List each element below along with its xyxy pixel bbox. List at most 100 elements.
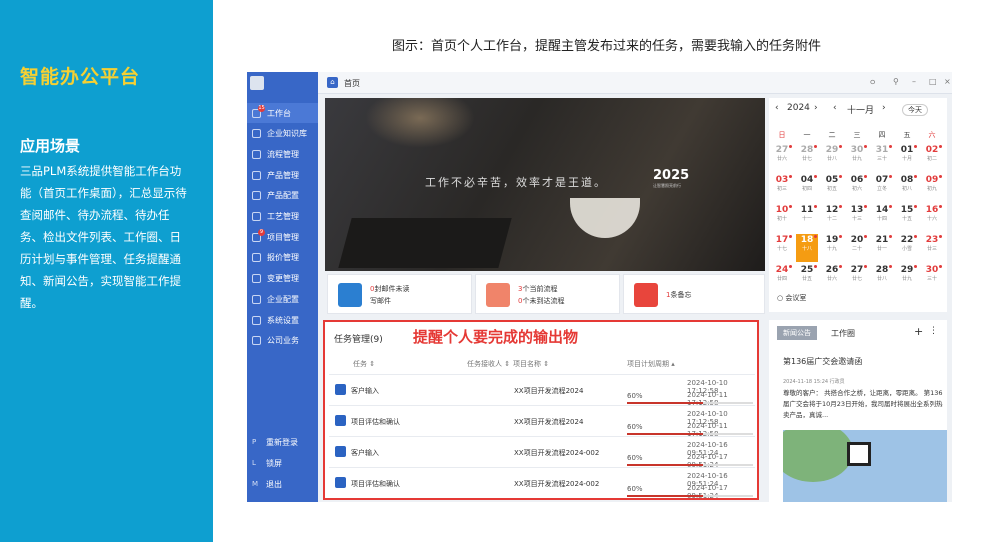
calendar-day[interactable]: 27 廿七 xyxy=(846,264,868,292)
col-task[interactable]: 任务 ⇕ xyxy=(353,359,375,369)
sidebar-item[interactable]: 变更管理 xyxy=(247,269,318,289)
lunar-date: 廿六 xyxy=(776,156,787,162)
pending-flow-label: 个未到达流程 xyxy=(522,297,565,305)
flow-card[interactable]: 3个当前流程 0个未到达流程 xyxy=(475,274,620,314)
col-project[interactable]: 项目名称 ⇕ xyxy=(513,359,549,369)
calendar-day[interactable]: 05 初五 xyxy=(821,174,843,202)
news-title[interactable]: 第136届广交会邀请函 xyxy=(783,356,862,367)
calendar-day[interactable]: 11 十一 xyxy=(796,204,818,232)
col-period[interactable]: 项目计划周期 ▴ xyxy=(627,359,675,369)
progress-bar xyxy=(627,495,753,497)
mail-card[interactable]: 0封邮件未读 写邮件 xyxy=(327,274,472,314)
home-icon[interactable]: ⌂ xyxy=(327,77,338,88)
plan-end: 2024-10-17 09:51:24 xyxy=(687,484,728,500)
lunar-date: 三十 xyxy=(926,276,937,282)
sidebar-item[interactable]: 报价管理 xyxy=(247,248,318,268)
task-name: 客户输入 xyxy=(351,387,379,395)
calendar-day[interactable]: 24 廿四 xyxy=(771,264,793,292)
tab-news[interactable]: 新闻公告 xyxy=(777,326,817,340)
sidebar-bottom-item[interactable]: L 锁屏 xyxy=(247,453,318,473)
calendar-day[interactable]: 28 廿七 xyxy=(796,144,818,172)
sidebar-item[interactable]: 流程管理 xyxy=(247,144,318,164)
sidebar-item[interactable]: 9 项目管理 xyxy=(247,227,318,247)
maximize-button[interactable]: □ xyxy=(929,77,937,86)
table-row[interactable]: 项目评估和确认 XX项目开发流程2024 60% 2024-10-10 17:12:5… xyxy=(329,405,755,438)
meeting-room-label[interactable]: ○ 会议室 xyxy=(777,293,806,303)
calendar-day[interactable]: 29 廿九 xyxy=(896,264,918,292)
sidebar-item[interactable]: 产品配置 xyxy=(247,186,318,206)
calendar-day[interactable]: 31 三十 xyxy=(871,144,893,172)
calendar-day[interactable]: 13 十三 xyxy=(846,204,868,232)
event-dot xyxy=(814,205,817,208)
calendar-day[interactable]: 30 廿九 xyxy=(846,144,868,172)
calendar-day[interactable]: 08 初八 xyxy=(896,174,918,202)
calendar-day[interactable]: 14 十四 xyxy=(871,204,893,232)
user-icon[interactable]: ㅇ xyxy=(869,77,876,88)
sidebar-bottom-item[interactable]: P 重新登录 xyxy=(247,432,318,452)
banner-logo-text: 2025 xyxy=(653,168,690,183)
calendar-day[interactable]: 06 初六 xyxy=(846,174,868,202)
calendar-day[interactable]: 22 小雪 xyxy=(896,234,918,262)
sidebar-item[interactable]: 公司业务 xyxy=(247,331,318,351)
calendar-day[interactable]: 26 廿六 xyxy=(821,264,843,292)
calendar-day[interactable]: 29 廿八 xyxy=(821,144,843,172)
sidebar-bottom-item[interactable]: M 退出 xyxy=(247,474,318,494)
next-month-button[interactable]: › xyxy=(882,103,886,113)
calendar-day[interactable]: 07 立冬 xyxy=(871,174,893,202)
calendar-day[interactable]: 10 初十 xyxy=(771,204,793,232)
calendar-day[interactable]: 01 十月 xyxy=(896,144,918,172)
calendar-day[interactable]: 03 初三 xyxy=(771,174,793,202)
write-mail-link[interactable]: 写邮件 xyxy=(370,296,391,306)
calendar-day[interactable]: 17 十七 xyxy=(771,234,793,262)
today-button[interactable]: 今天 xyxy=(902,104,928,116)
tab-home[interactable]: 首页 xyxy=(344,78,360,89)
sidebar-item[interactable]: 工艺管理 xyxy=(247,207,318,227)
nav-icon xyxy=(252,212,261,221)
calendar-day[interactable]: 19 十九 xyxy=(821,234,843,262)
more-icon[interactable]: ⋮ xyxy=(929,326,938,336)
add-icon[interactable]: + xyxy=(914,325,923,338)
calendar-day[interactable]: 04 初四 xyxy=(796,174,818,202)
calendar-day[interactable]: 18 十八 xyxy=(796,234,818,262)
sidebar-item[interactable]: 15 工作台 xyxy=(247,103,318,123)
sidebar-item-label: 企业知识库 xyxy=(267,129,307,139)
calendar-day[interactable]: 25 廿五 xyxy=(796,264,818,292)
calendar-day[interactable]: 09 初九 xyxy=(921,174,943,202)
lunar-date: 初六 xyxy=(851,186,862,192)
calendar-day[interactable]: 27 廿六 xyxy=(771,144,793,172)
search-icon[interactable]: ⚲ xyxy=(893,77,899,86)
table-row[interactable]: 客户输入 XX项目开发流程2024 60% 2024-10-10 17:12:58 20… xyxy=(329,374,755,407)
lunar-date: 廿四 xyxy=(776,276,787,282)
lunar-date: 十七 xyxy=(776,246,787,252)
sidebar-item[interactable]: 企业配置 xyxy=(247,289,318,309)
calendar-day[interactable]: 21 廿一 xyxy=(871,234,893,262)
minimize-button[interactable]: – xyxy=(912,77,916,86)
sidebar-item[interactable]: 企业知识库 xyxy=(247,124,318,144)
lunar-date: 廿七 xyxy=(801,156,812,162)
lunar-date: 十一 xyxy=(801,216,812,222)
calendar-day[interactable]: 23 廿三 xyxy=(921,234,943,262)
sidebar-item[interactable]: 产品管理 xyxy=(247,165,318,185)
prev-year-button[interactable]: ‹ xyxy=(775,103,779,113)
weekday-label: 一 xyxy=(803,131,811,139)
close-button[interactable]: × xyxy=(944,77,951,86)
calendar-day[interactable]: 20 二十 xyxy=(846,234,868,262)
calendar-day[interactable]: 16 十六 xyxy=(921,204,943,232)
table-row[interactable]: 客户输入 XX项目开发流程2024-002 60% 2024-10-16 09:51:… xyxy=(329,436,755,469)
calendar-day[interactable]: 30 三十 xyxy=(921,264,943,292)
calendar-day[interactable]: 15 十五 xyxy=(896,204,918,232)
sidebar-item[interactable]: 系统设置 xyxy=(247,310,318,330)
avatar[interactable] xyxy=(250,76,264,90)
memo-card[interactable]: 1条备忘 xyxy=(623,274,765,314)
col-receiver[interactable]: 任务接收人 ⇕ xyxy=(467,359,510,369)
next-year-button[interactable]: › xyxy=(814,103,818,113)
brand-title: 智能办公平台 xyxy=(20,66,141,88)
table-row[interactable]: 项目评估和确认 XX项目开发流程2024-002 60% 2024-10-16 09:… xyxy=(329,467,755,500)
calendar-day[interactable]: 12 十二 xyxy=(821,204,843,232)
event-dot xyxy=(939,175,942,178)
calendar-day[interactable]: 28 廿八 xyxy=(871,264,893,292)
prev-month-button[interactable]: ‹ xyxy=(833,103,837,113)
tab-work-circle[interactable]: 工作圈 xyxy=(831,328,855,339)
event-dot xyxy=(939,235,942,238)
calendar-day[interactable]: 02 初二 xyxy=(921,144,943,172)
